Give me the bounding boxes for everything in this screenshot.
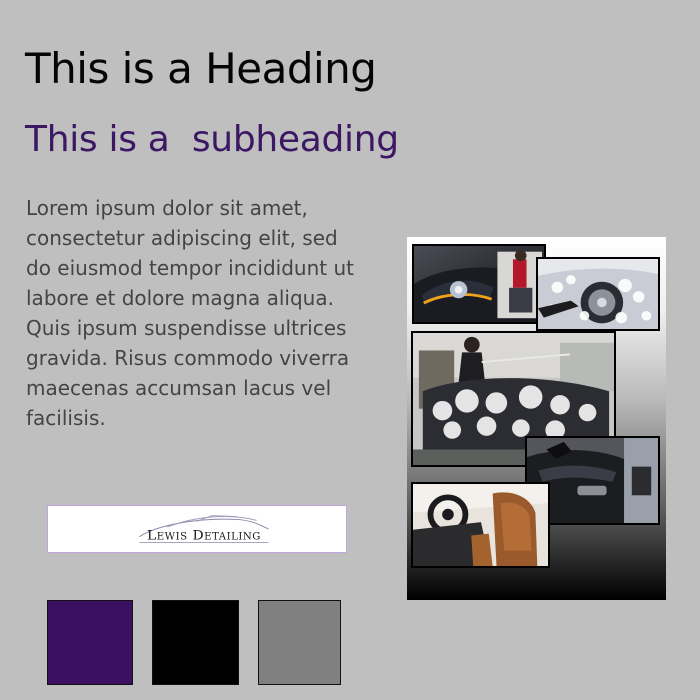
car-wash-foam-photo [536,257,660,331]
color-swatch-black [152,600,239,685]
page-heading: This is a Heading [25,44,377,93]
logo-text: Lewis Detailing [147,528,261,544]
lewis-detailing-logo: Lewis Detailing [47,505,347,553]
car-headlight-photo [412,244,546,324]
detailing-photo-collage [407,237,666,600]
body-paragraph: Lorem ipsum dolor sit amet, consectetur … [26,196,354,430]
color-swatch-purple [47,600,133,685]
car-interior-seats-photo [411,482,550,568]
car-logo-icon: Lewis Detailing [139,515,269,544]
page-subheading: This is a subheading [25,119,399,160]
color-swatch-gray [258,600,341,685]
